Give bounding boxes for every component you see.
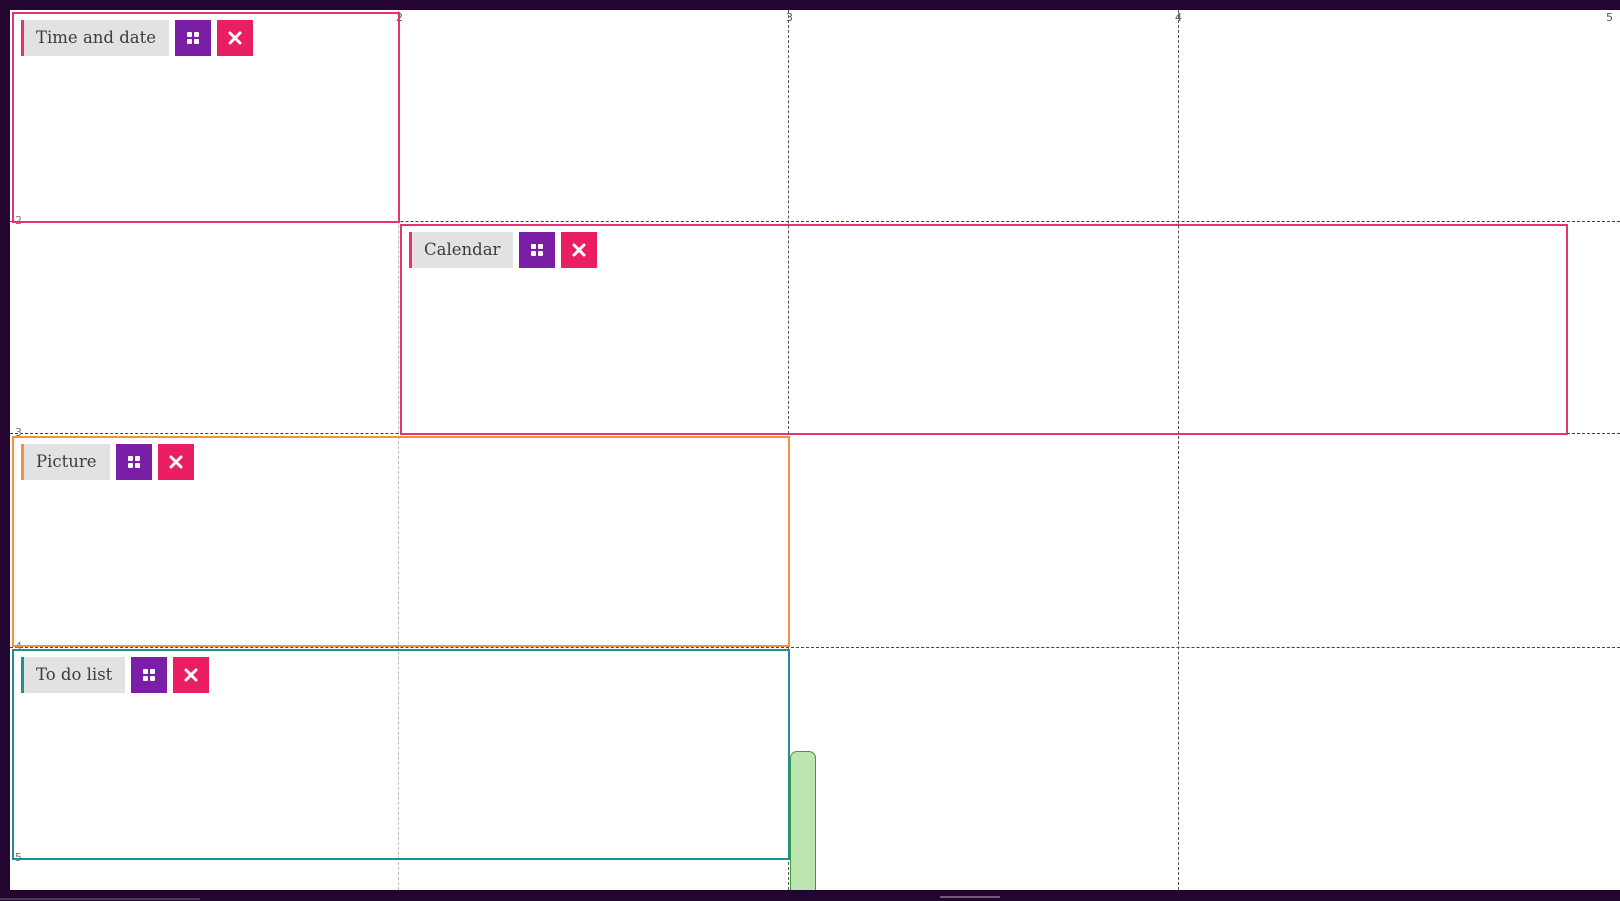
widget-calendar[interactable]: Calendar [400,224,1568,435]
grid-row-line [10,647,1620,648]
grid-icon [143,669,156,681]
grid-button[interactable] [115,444,152,480]
widget-picture[interactable]: Picture [12,436,790,647]
close-button[interactable] [217,20,254,56]
widget-toolbar: Picture [21,444,194,480]
grid-icon [187,32,200,44]
close-button[interactable] [173,657,210,693]
widget-title[interactable]: To do list [21,657,126,693]
widget-time-and-date[interactable]: Time and date [12,12,400,223]
widget-to-do-list[interactable]: To do list [12,649,790,860]
column-label-3: 3 [786,11,793,24]
close-icon [228,31,242,45]
scrollbar-track[interactable] [0,898,200,900]
close-button[interactable] [561,232,598,268]
close-icon [572,243,586,257]
close-icon [184,668,198,682]
close-button[interactable] [157,444,194,480]
widget-toolbar: To do list [21,657,210,693]
grid-button[interactable] [175,20,212,56]
grid-column-line [1178,10,1179,890]
widget-toolbar: Time and date [21,20,254,56]
widget-title[interactable]: Time and date [21,20,170,56]
grid-button[interactable] [519,232,556,268]
resize-handle[interactable] [790,751,816,891]
grid-icon [531,244,544,256]
column-label-5: 5 [1606,11,1613,24]
column-label-4: 4 [1175,11,1182,24]
grid-icon [127,456,140,468]
scrollbar-thumb[interactable] [940,896,1000,898]
grid-button[interactable] [131,657,168,693]
bottom-strip [0,890,1620,901]
widget-title[interactable]: Calendar [409,232,514,268]
widget-title[interactable]: Picture [21,444,110,480]
close-icon [169,455,183,469]
widget-toolbar: Calendar [409,232,598,268]
